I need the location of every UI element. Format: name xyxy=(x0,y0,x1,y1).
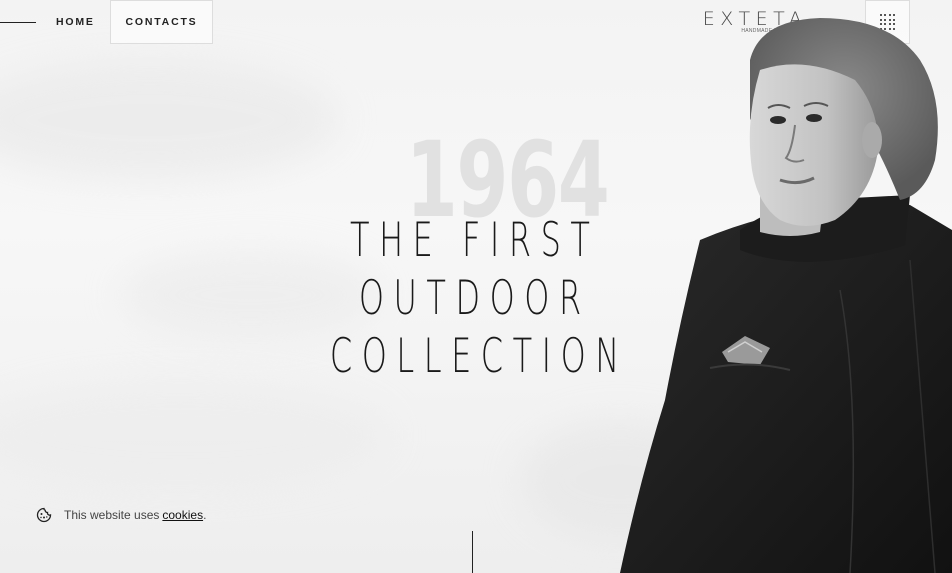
cookie-notice: This website uses cookies . xyxy=(36,507,206,523)
cookies-link[interactable]: cookies xyxy=(162,508,203,522)
page: HOME CONTACTS EXTETA HANDMADE IN ITALY 1… xyxy=(0,0,952,573)
nav-contacts-button[interactable]: CONTACTS xyxy=(110,0,213,44)
background-texture xyxy=(0,60,340,180)
scroll-indicator[interactable] xyxy=(472,531,473,573)
nav-contacts-label: CONTACTS xyxy=(125,16,198,28)
nav-home-link[interactable]: HOME xyxy=(56,16,95,28)
background-texture xyxy=(0,380,390,490)
hero-headline: THE FIRST OUTDOOR COLLECTION xyxy=(250,212,690,386)
hero-headline-line: OUTDOOR xyxy=(358,271,591,326)
nav-accent-line xyxy=(0,22,36,23)
cookie-icon xyxy=(36,507,52,523)
hero-headline-line: COLLECTION xyxy=(329,329,629,384)
cookie-notice-text: This website uses xyxy=(64,508,160,522)
cookie-notice-suffix: . xyxy=(203,508,207,522)
hero-headline-line: THE FIRST xyxy=(350,213,600,268)
